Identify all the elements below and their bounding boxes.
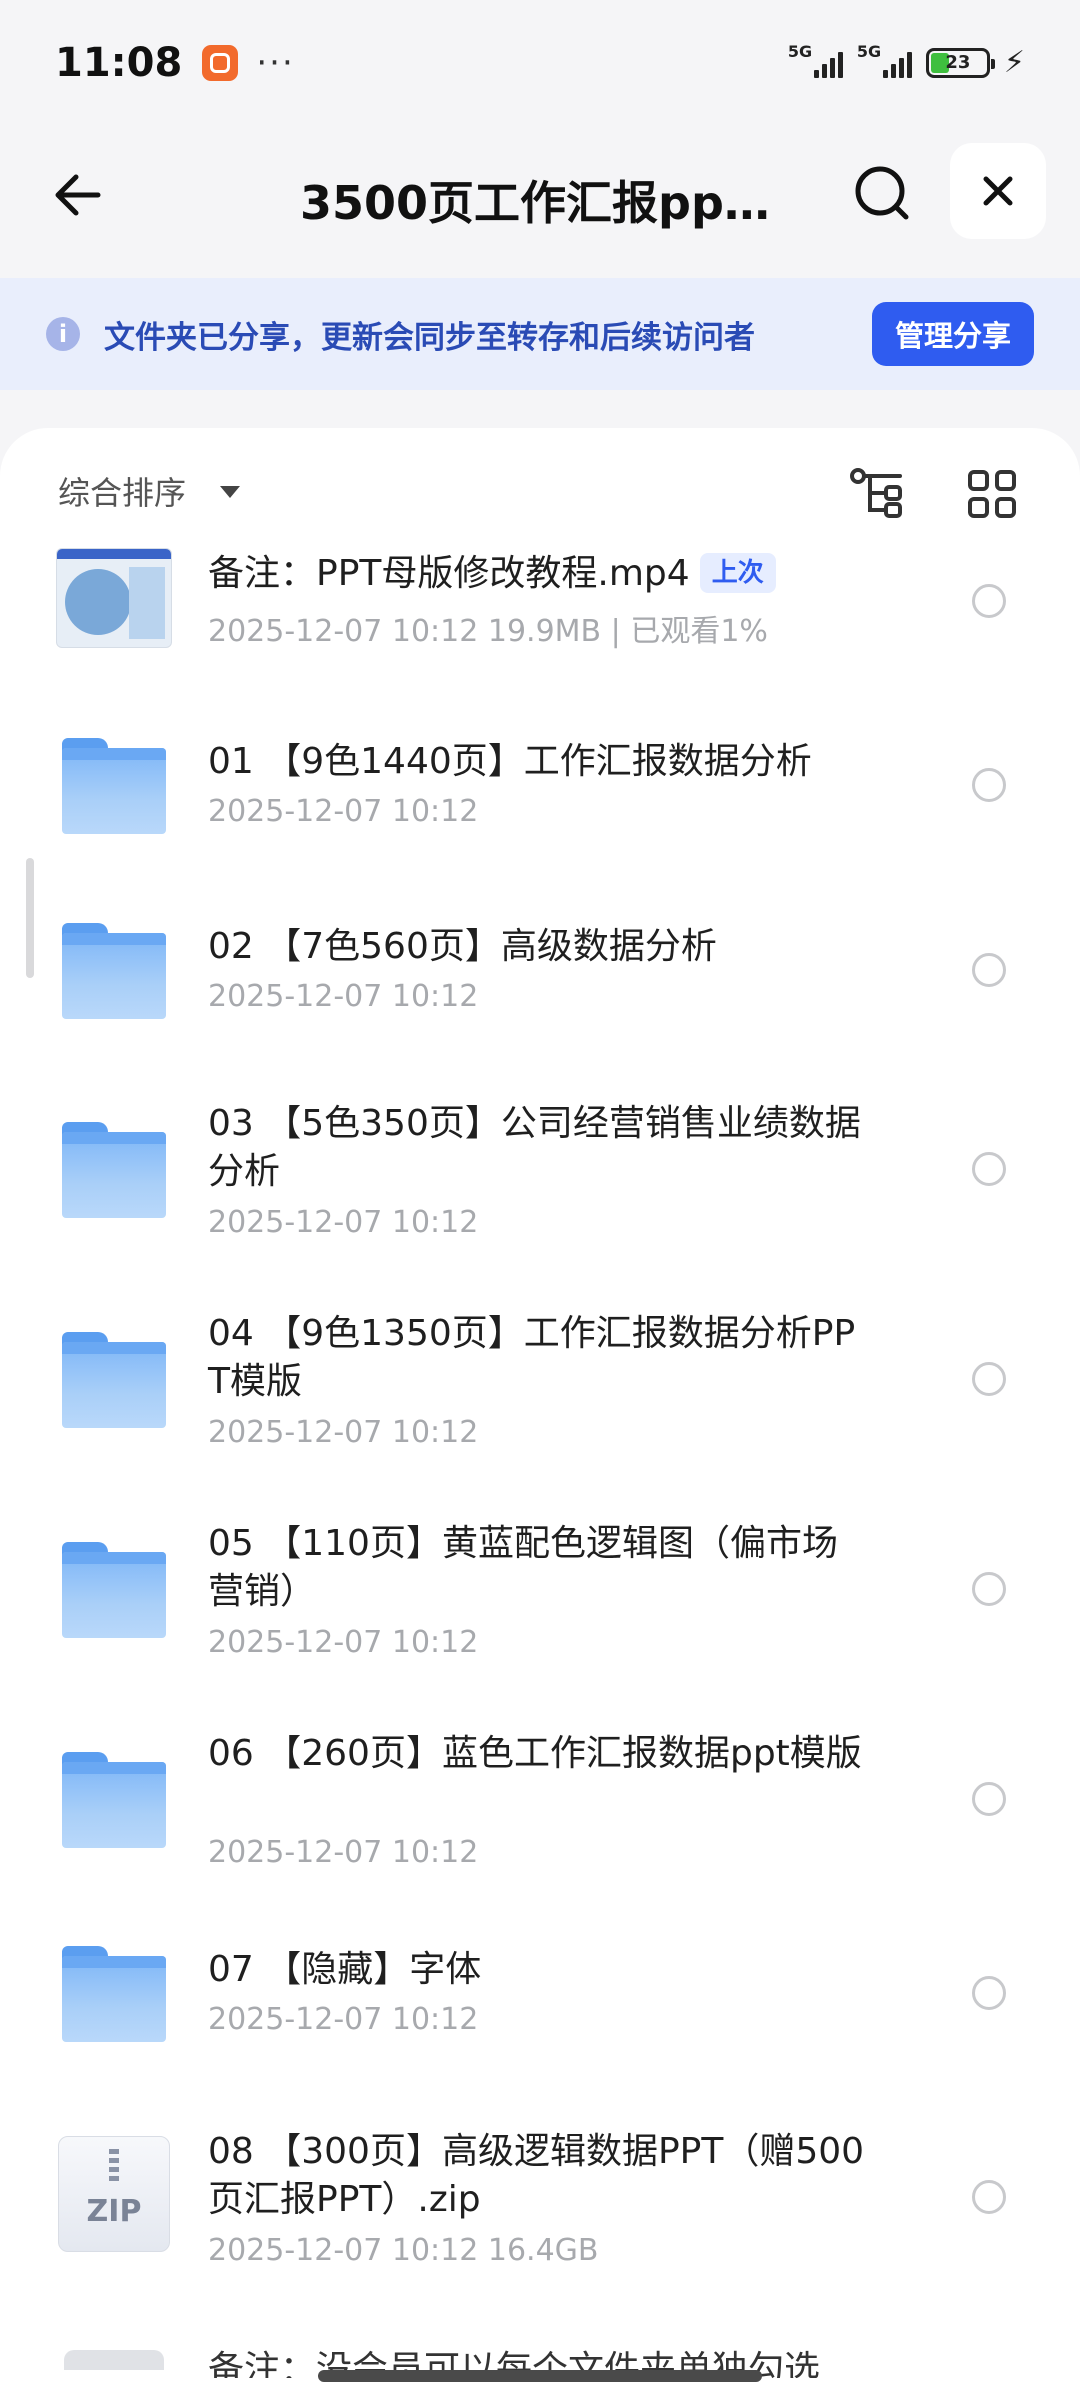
file-name: 08 【300页】高级逻辑数据PPT（赠500页汇报PPT）.zip (208, 2131, 865, 2220)
caret-down-icon[interactable] (220, 486, 240, 498)
folder-icon (62, 1752, 166, 1848)
file-meta: 2025-12-07 10:12 (208, 1625, 479, 1660)
close-button[interactable] (950, 143, 1046, 239)
file-meta: 2025-12-07 10:12 (208, 2002, 479, 2037)
charging-icon: ⚡ (1003, 45, 1025, 80)
last-viewed-badge: 上次 (699, 553, 776, 593)
share-banner: i 文件夹已分享，更新会同步至转存和后续访问者 管理分享 (0, 278, 1080, 390)
select-radio[interactable] (972, 584, 1006, 618)
file-meta: 2025-12-07 10:12 (208, 1205, 479, 1240)
file-meta: 2025-12-07 10:12 (208, 979, 479, 1014)
folder-name: 04 【9色1350页】工作汇报数据分析PPT模版 (208, 1313, 856, 1402)
file-meta: 2025-12-07 10:12 (208, 1415, 479, 1450)
select-radio[interactable] (972, 1782, 1006, 1816)
zip-file-icon: ZIP (58, 2136, 170, 2252)
info-icon: i (46, 317, 80, 351)
folder-name: 02 【7色560页】高级数据分析 (208, 926, 717, 967)
manage-share-button[interactable]: 管理分享 (872, 302, 1034, 366)
scrollbar[interactable] (26, 858, 34, 978)
list-item[interactable]: 07 【隐藏】字体 2025-12-07 10:12 (0, 1946, 1080, 2086)
signal-1-icon: 5G (788, 42, 843, 78)
tree-view-icon[interactable] (850, 468, 906, 518)
folder-name: 03 【5色350页】公司经营销售业绩数据分析 (208, 1103, 861, 1192)
folder-icon (62, 923, 166, 1019)
partial-thumbnail (64, 2350, 164, 2370)
select-radio[interactable] (972, 1976, 1006, 2010)
file-meta: 2025-12-07 10:12 16.4GB (208, 2233, 599, 2268)
list-item[interactable]: 02 【7色560页】高级数据分析 2025-12-07 10:12 (0, 923, 1080, 1063)
select-radio[interactable] (972, 1152, 1006, 1186)
list-item[interactable]: 05 【110页】黄蓝配色逻辑图（偏市场营销） 2025-12-07 10:12 (0, 1520, 1080, 1700)
file-meta: 2025-12-07 10:12 (208, 1835, 479, 1870)
folder-name: 07 【隐藏】字体 (208, 1949, 482, 1990)
folder-name: 06 【260页】蓝色工作汇报数据ppt模版 (208, 1733, 862, 1774)
search-icon[interactable] (850, 161, 914, 225)
select-radio[interactable] (972, 2180, 1006, 2214)
file-list-panel: 综合排序 备注：PPT母版修改教程.mp4 上次 2025-12-07 10:12… (0, 428, 1080, 2401)
list-item[interactable]: 06 【260页】蓝色工作汇报数据ppt模版 2025-12-07 10:12 (0, 1730, 1080, 1910)
file-meta: 2025-12-07 10:12 (208, 794, 479, 829)
select-radio[interactable] (972, 1572, 1006, 1606)
list-item[interactable]: 01 【9色1440页】工作汇报数据分析 2025-12-07 10:12 (0, 738, 1080, 878)
file-name: 备注：PPT母版修改教程.mp4 (208, 553, 690, 594)
folder-icon (62, 1332, 166, 1428)
select-radio[interactable] (972, 768, 1006, 802)
grid-view-icon[interactable] (968, 470, 1016, 518)
folder-name: 05 【110页】黄蓝配色逻辑图（偏市场营销） (208, 1523, 838, 1612)
battery-icon: 23 (925, 47, 995, 78)
select-radio[interactable] (972, 1362, 1006, 1396)
sort-dropdown[interactable]: 综合排序 (58, 468, 186, 514)
folder-icon (62, 1122, 166, 1218)
list-item[interactable]: 备注：PPT母版修改教程.mp4 上次 2025-12-07 10:12 19.9… (0, 548, 1080, 688)
signal-2-icon: 5G (857, 42, 912, 78)
list-item[interactable]: 04 【9色1350页】工作汇报数据分析PPT模版 2025-12-07 10:… (0, 1310, 1080, 1490)
sort-bar: 综合排序 (0, 428, 1080, 548)
folder-icon (62, 1542, 166, 1638)
close-icon (983, 176, 1013, 206)
folder-name: 01 【9色1440页】工作汇报数据分析 (208, 741, 812, 782)
folder-icon (62, 738, 166, 834)
share-banner-text: 文件夹已分享，更新会同步至转存和后续访问者 (104, 319, 755, 356)
file-meta: 2025-12-07 10:12 19.9MB | 已观看1% (208, 614, 768, 649)
top-nav: 3500页工作汇报ppt… (0, 125, 1080, 260)
more-notifications-icon: ··· (256, 42, 295, 83)
list-item[interactable]: 03 【5色350页】公司经营销售业绩数据分析 2025-12-07 10:12 (0, 1100, 1080, 1280)
status-bar: 11:08 ··· 5G 5G 23 ⚡ (0, 0, 1080, 125)
page-title: 3500页工作汇报ppt… (300, 176, 770, 230)
video-thumbnail (56, 548, 172, 648)
select-radio[interactable] (972, 953, 1006, 987)
status-time: 11:08 (55, 39, 183, 86)
list-item[interactable]: ZIP 08 【300页】高级逻辑数据PPT（赠500页汇报PPT）.zip 2… (0, 2128, 1080, 2308)
app-notification-icon (202, 44, 239, 81)
folder-icon (62, 1946, 166, 2042)
home-indicator[interactable] (318, 2370, 762, 2382)
back-arrow-icon[interactable] (48, 165, 108, 225)
